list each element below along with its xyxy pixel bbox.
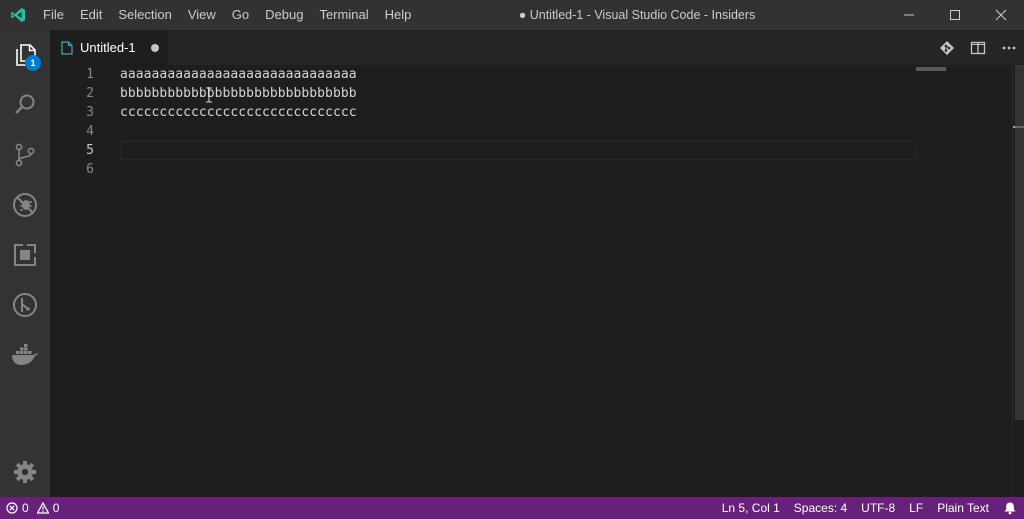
minimap[interactable]: [916, 65, 1012, 497]
open-changes-button[interactable]: [931, 30, 962, 65]
current-line-highlight: [120, 141, 916, 160]
explorer-badge: 1: [25, 55, 41, 71]
settings-gear-icon: [14, 461, 36, 483]
menu-bar: File Edit Selection View Go Debug Termin…: [35, 0, 419, 30]
line-number: 3: [86, 105, 94, 120]
menu-selection[interactable]: Selection: [110, 0, 179, 30]
search-icon: [15, 94, 35, 114]
minimize-icon: [904, 14, 914, 16]
file-icon: [61, 40, 73, 55]
line-number-active: 5: [86, 143, 94, 158]
mouse-ibeam-cursor-icon: [206, 87, 212, 103]
ellipsis-icon: [1002, 46, 1015, 49]
maximize-icon: [950, 10, 960, 20]
vscode-insiders-logo-icon: [0, 0, 35, 30]
bell-icon: [1004, 502, 1016, 515]
tab-label: Untitled-1: [80, 40, 136, 55]
menu-view[interactable]: View: [180, 0, 224, 30]
extensions-button[interactable]: [0, 230, 50, 280]
line-number: 2: [86, 86, 94, 101]
editor-area[interactable]: 1 2 3 4 5 6 aaaaaaaaaaaaaaaaaaaaaaaaaaaa…: [50, 65, 1024, 497]
source-control-icon: [15, 143, 35, 167]
explorer-button[interactable]: 1: [0, 30, 50, 80]
menu-terminal[interactable]: Terminal: [311, 0, 376, 30]
more-actions-button[interactable]: [993, 30, 1024, 65]
close-icon: [995, 9, 1007, 21]
maximize-button[interactable]: [932, 0, 978, 30]
tab-bar: Untitled-1: [50, 30, 1024, 65]
remote-icon: [13, 293, 37, 317]
line-number: 6: [86, 162, 94, 177]
warning-icon: [36, 502, 49, 514]
title-bar: File Edit Selection View Go Debug Termin…: [0, 0, 1024, 30]
file-encoding[interactable]: UTF-8: [854, 497, 902, 519]
code-line[interactable]: bbbbbbbbbbbbbbbbbbbbbbbbbbbbbb: [120, 84, 357, 103]
notifications-button[interactable]: [996, 497, 1024, 519]
code-line[interactable]: cccccccccccccccccccccccccccccc: [120, 103, 357, 122]
activity-bar: 1: [0, 30, 50, 497]
close-button[interactable]: [978, 0, 1024, 30]
error-icon: [6, 502, 18, 514]
extensions-icon: [14, 244, 36, 266]
line-number-gutter: 1 2 3 4 5 6: [50, 65, 120, 497]
cursor-position[interactable]: Ln 5, Col 1: [715, 497, 787, 519]
status-bar: 0 0 Ln 5, Col 1 Spaces: 4 UTF-8 LF Plain…: [0, 497, 1024, 519]
error-count: 0: [22, 501, 29, 515]
editor-actions: [931, 30, 1024, 65]
debug-icon: [13, 193, 37, 217]
split-editor-button[interactable]: [962, 30, 993, 65]
tab-untitled-1[interactable]: Untitled-1: [50, 30, 168, 65]
remote-explorer-button[interactable]: [0, 280, 50, 330]
problems-indicator[interactable]: 0 0: [0, 497, 59, 519]
minimap-line: [916, 69, 946, 71]
vertical-scrollbar[interactable]: [1012, 65, 1024, 497]
menu-help[interactable]: Help: [377, 0, 420, 30]
menu-debug[interactable]: Debug: [257, 0, 311, 30]
minimize-button[interactable]: [886, 0, 932, 30]
end-of-line[interactable]: LF: [902, 497, 930, 519]
line-number: 1: [86, 67, 94, 82]
code-line[interactable]: aaaaaaaaaaaaaaaaaaaaaaaaaaaaaa: [120, 65, 357, 84]
menu-file[interactable]: File: [35, 0, 72, 30]
unsaved-dot-icon[interactable]: [151, 44, 159, 52]
debug-button[interactable]: [0, 180, 50, 230]
language-mode[interactable]: Plain Text: [930, 497, 996, 519]
window-controls: [886, 0, 1024, 30]
git-compare-icon: [939, 40, 954, 55]
menu-go[interactable]: Go: [224, 0, 257, 30]
indentation[interactable]: Spaces: 4: [787, 497, 854, 519]
menu-edit[interactable]: Edit: [72, 0, 110, 30]
split-editor-icon: [970, 41, 985, 54]
status-right: Ln 5, Col 1 Spaces: 4 UTF-8 LF Plain Tex…: [715, 497, 1024, 519]
docker-button[interactable]: [0, 330, 50, 380]
source-control-button[interactable]: [0, 130, 50, 180]
warning-count: 0: [52, 501, 60, 515]
search-view-button[interactable]: [0, 80, 50, 130]
manage-button[interactable]: [0, 447, 50, 497]
line-number: 4: [86, 124, 94, 139]
scrollbar-thumb[interactable]: [1015, 65, 1024, 420]
docker-icon: [12, 344, 38, 365]
